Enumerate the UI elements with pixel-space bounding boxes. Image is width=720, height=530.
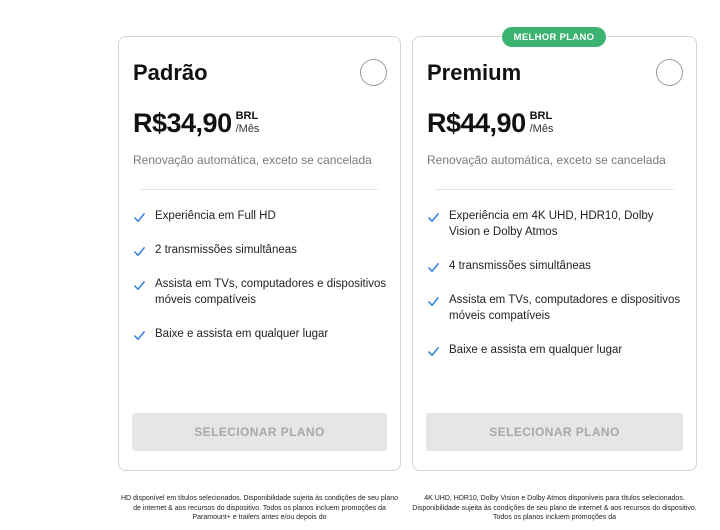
renewal-text: Renovação automática, exceto se cancelad… xyxy=(133,153,372,167)
feature-item: Experiência em 4K UHD, HDR10, Dolby Visi… xyxy=(427,208,686,240)
feature-text: Baixe e assista em qualquer lugar xyxy=(155,328,329,340)
price-currency: BRL xyxy=(235,110,259,122)
price-row: R$44,90 BRL /Mês xyxy=(427,107,553,139)
feature-item: 4 transmissões simultâneas xyxy=(427,258,686,274)
feature-text: Experiência em Full HD xyxy=(155,210,276,222)
plan-card-padrao[interactable]: Padrão R$34,90 BRL /Mês Renovação automá… xyxy=(118,36,401,471)
plan-price: R$34,90 xyxy=(133,108,232,138)
price-row: R$34,90 BRL /Mês xyxy=(133,107,259,139)
checkmark-icon xyxy=(428,347,439,356)
select-plan-button[interactable]: SELECIONAR PLANO xyxy=(132,413,387,451)
checkmark-icon xyxy=(134,331,145,340)
plan-radio-button[interactable] xyxy=(360,59,387,86)
feature-text: Experiência em 4K UHD, HDR10, Dolby Visi… xyxy=(449,210,654,238)
feature-item: Assista em TVs, computadores e dispositi… xyxy=(133,276,390,308)
plan-name: Premium xyxy=(427,60,522,85)
checkmark-icon xyxy=(428,297,439,306)
best-plan-badge: MELHOR PLANO xyxy=(502,27,606,47)
footnote-premium: 4K UHD, HDR10, Dolby Vision e Dolby Atmo… xyxy=(412,495,697,521)
checkmark-icon xyxy=(428,213,439,222)
checkmark-icon xyxy=(134,213,145,222)
feature-list: Experiência em Full HD 2 transmissões si… xyxy=(133,208,390,360)
plan-name: Padrão xyxy=(133,60,208,85)
renewal-text: Renovação automática, exceto se cancelad… xyxy=(427,153,666,167)
plan-price: R$44,90 xyxy=(427,108,526,138)
feature-text: 2 transmissões simultâneas xyxy=(155,244,297,256)
price-period: /Mês xyxy=(235,123,260,135)
feature-text: Baixe e assista em qualquer lugar xyxy=(449,344,623,356)
plan-radio-button[interactable] xyxy=(656,59,683,86)
feature-text: Assista em TVs, computadores e dispositi… xyxy=(155,278,387,306)
price-unit: BRL /Mês xyxy=(236,110,260,136)
plan-card-premium[interactable]: Premium R$44,90 BRL /Mês Renovação autom… xyxy=(412,36,697,471)
feature-item: Experiência em Full HD xyxy=(133,208,390,224)
feature-item: 2 transmissões simultâneas xyxy=(133,242,390,258)
footnote-padrao: HD disponível em títulos selecionados. D… xyxy=(120,495,399,521)
price-period: /Mês xyxy=(529,123,554,135)
feature-list: Experiência em 4K UHD, HDR10, Dolby Visi… xyxy=(427,208,686,376)
divider xyxy=(435,189,674,190)
select-plan-button[interactable]: SELECIONAR PLANO xyxy=(426,413,683,451)
price-currency: BRL xyxy=(529,110,553,122)
feature-item: Baixe e assista em qualquer lugar xyxy=(427,342,686,358)
feature-text: Assista em TVs, computadores e dispositi… xyxy=(449,294,681,322)
checkmark-icon xyxy=(428,263,439,272)
feature-item: Assista em TVs, computadores e dispositi… xyxy=(427,292,686,324)
feature-text: 4 transmissões simultâneas xyxy=(449,260,591,272)
divider xyxy=(141,189,378,190)
checkmark-icon xyxy=(134,247,145,256)
checkmark-icon xyxy=(134,281,145,290)
price-unit: BRL /Mês xyxy=(530,110,554,136)
feature-item: Baixe e assista em qualquer lugar xyxy=(133,326,390,342)
